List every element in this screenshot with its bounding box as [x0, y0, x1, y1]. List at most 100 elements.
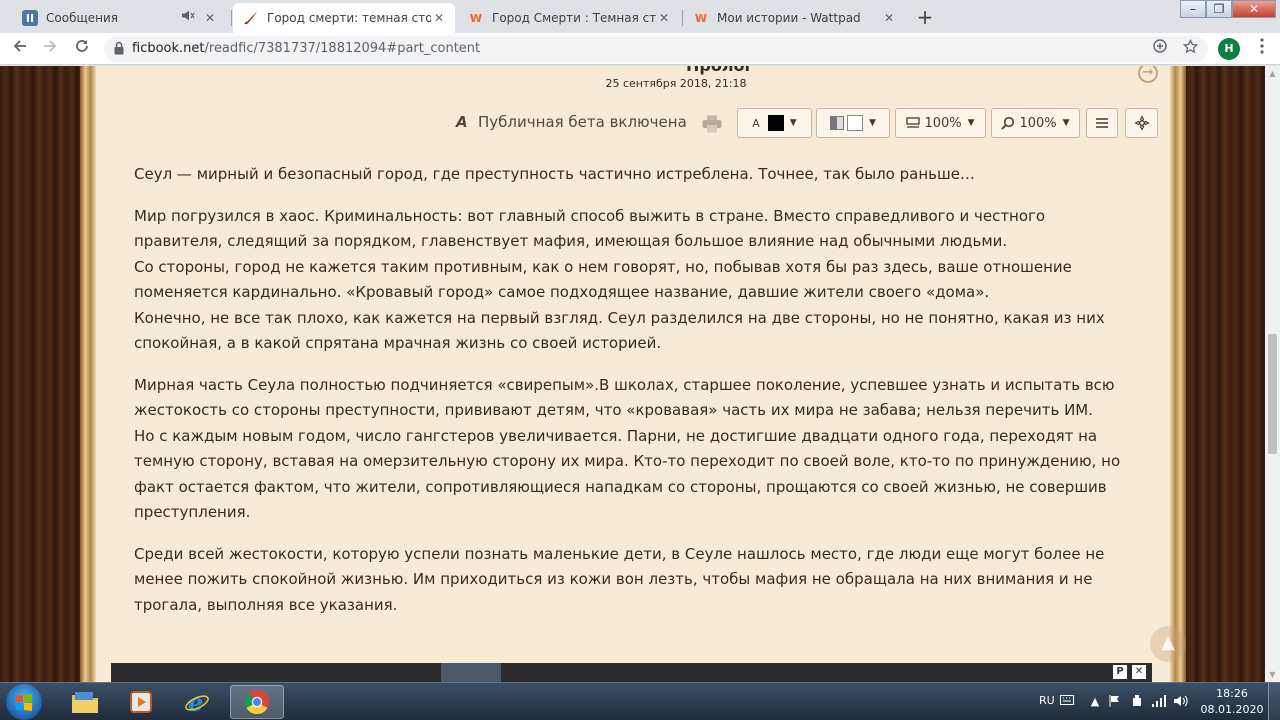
tab-wattpad-story[interactable]: W Город Смерти : Темная сторона ✕ [458, 3, 680, 33]
tab-close-icon[interactable]: ✕ [431, 10, 447, 26]
background-color-dropdown[interactable]: ▼ [816, 108, 890, 138]
zoom-dropdown[interactable]: 100% ▼ [991, 108, 1080, 138]
scroll-down-arrow[interactable]: ▼ [1265, 667, 1280, 682]
vertical-scrollbar[interactable]: ▲ ▼ [1265, 66, 1280, 682]
zoom-value: 100% [1019, 115, 1057, 131]
ad-banner[interactable]: P ✕ [111, 663, 1152, 682]
reading-settings-button[interactable] [1125, 108, 1158, 138]
public-beta-link[interactable]: A Публичная бета включена [456, 113, 687, 131]
font-color-dropdown[interactable]: A ▼ [737, 108, 812, 138]
next-chapter-icon[interactable]: → [1138, 66, 1158, 83]
printer-icon[interactable] [702, 115, 722, 133]
text-line: Сеул — мирный и безопасный город, где пр… [134, 165, 975, 183]
add-circle-icon[interactable] [1150, 39, 1170, 59]
wattpad-icon: W [694, 11, 708, 25]
network-icon[interactable] [1152, 695, 1166, 709]
width-icon [906, 117, 921, 128]
show-hidden-icons-icon[interactable]: ▲ [1088, 695, 1102, 709]
language-indicator[interactable]: RU [1039, 694, 1055, 707]
windows-taskbar: e RU ▲ 18:26 08.01.2020 [0, 682, 1280, 720]
taskbar-chrome[interactable] [230, 685, 284, 719]
frame-border-left [80, 66, 96, 682]
tab-title: Мои истории - Wattpad [717, 11, 861, 25]
show-desktop-button[interactable] [1268, 683, 1280, 720]
ad-info-button[interactable]: P [1113, 665, 1127, 679]
window-close-button[interactable]: ✕ [1232, 0, 1276, 18]
flower-settings-icon [1133, 115, 1150, 131]
vk-icon: II [22, 10, 38, 26]
tab-close-icon[interactable]: ✕ [202, 10, 218, 26]
text-line: Конечно, не все так плохо, как кажется н… [134, 308, 1105, 353]
tab-close-icon[interactable]: ✕ [656, 10, 672, 26]
background-contrast-icon [830, 116, 845, 130]
text-line: Но с каждым новым годом, число гангстеро… [134, 426, 1121, 522]
text-line: Со стороны, город не кажется таким проти… [134, 257, 1072, 302]
lines-icon [1096, 118, 1108, 128]
reading-paper: Пролог 25 сентября 2018, 21:18 → A Публич… [96, 66, 1186, 682]
scroll-up-arrow[interactable]: ▲ [1265, 66, 1280, 81]
reload-icon [76, 40, 88, 52]
tab-title: Город Смерти : Темная сторона [492, 11, 656, 25]
chevron-down-icon: ▼ [1062, 118, 1070, 128]
chevron-down-icon: ▼ [869, 118, 876, 128]
keyboard-icon[interactable] [1060, 695, 1074, 709]
background-color-swatch [847, 115, 864, 131]
volume-icon[interactable] [1174, 695, 1188, 709]
reload-button[interactable] [70, 37, 94, 61]
wood-background-right [1186, 66, 1265, 682]
tab-ficbook[interactable]: Город смерти: темная сторона ✕ [233, 3, 455, 33]
font-color-swatch [767, 115, 784, 131]
scroll-to-top-icon[interactable]: ▲ [1150, 626, 1186, 662]
text-width-value: 100% [924, 115, 962, 131]
frame-border-right [1170, 66, 1186, 682]
taskbar-media-player[interactable] [114, 685, 168, 719]
chrome-icon [244, 690, 269, 715]
tab-wattpad-my-stories[interactable]: W Мои истории - Wattpad ✕ [683, 3, 905, 33]
speaker-muted-icon[interactable] [180, 10, 196, 26]
folder-icon [72, 692, 98, 713]
ad-close-button[interactable]: ✕ [1132, 665, 1146, 679]
chevron-down-icon: ▼ [967, 118, 975, 128]
page-viewport: Пролог 25 сентября 2018, 21:18 → A Публич… [0, 66, 1265, 682]
tab-close-icon[interactable]: ✕ [881, 10, 897, 26]
tab-strip: II Сообщения ✕ Город смерти: темная стор… [0, 0, 1280, 33]
url-host: ficbook.net [132, 41, 205, 56]
beta-pen-icon: A [456, 113, 468, 131]
tab-messages[interactable]: II Сообщения ✕ [12, 3, 226, 33]
forward-button[interactable] [38, 37, 62, 61]
bookmark-star-icon[interactable] [1180, 38, 1200, 59]
chapter-title: Пролог [686, 66, 753, 75]
beta-label: Публичная бета включена [478, 113, 687, 131]
new-tab-button[interactable]: + [912, 5, 938, 31]
back-button[interactable] [8, 37, 32, 61]
ie-icon: e [185, 688, 209, 716]
url-path: /readfic/7381737/18812094#part_content [204, 41, 481, 56]
address-bar[interactable]: ficbook.net/readfic/7381737/18812094#par… [104, 36, 1208, 62]
ad-image [441, 663, 501, 682]
start-button[interactable] [6, 684, 42, 720]
text-line: Мир погрузился в хаос. Криминальность: в… [134, 206, 1046, 251]
kebab-menu-icon[interactable] [1254, 38, 1270, 60]
browser-toolbar: ficbook.net/readfic/7381737/18812094#par… [0, 33, 1280, 65]
taskbar-internet-explorer[interactable]: e [170, 685, 224, 719]
usb-device-icon[interactable] [1130, 695, 1144, 709]
url-text[interactable]: ficbook.net/readfic/7381737/18812094#par… [132, 41, 480, 56]
media-player-icon [130, 691, 152, 713]
ficbook-icon [243, 10, 259, 26]
magnifier-icon [1001, 116, 1015, 130]
arrow-right-icon [44, 40, 57, 52]
line-spacing-button[interactable] [1086, 108, 1118, 138]
font-color-label: A [752, 116, 760, 130]
scrollbar-thumb[interactable] [1268, 334, 1277, 454]
tab-title: Город смерти: темная сторона [267, 11, 431, 25]
clock-date[interactable]: 08.01.2020 [1200, 703, 1264, 716]
clock-time[interactable]: 18:26 [1208, 687, 1256, 700]
chevron-down-icon: ▼ [789, 118, 797, 128]
taskbar-explorer[interactable] [58, 685, 112, 719]
text-line: Мирная часть Сеула полностью подчиняется… [134, 375, 1115, 420]
restore-button[interactable]: ❐ [1206, 0, 1232, 18]
action-center-flag-icon[interactable] [1108, 695, 1122, 709]
text-width-dropdown[interactable]: 100% ▼ [895, 108, 986, 138]
minimize-button[interactable]: – [1180, 0, 1206, 18]
profile-avatar[interactable]: Н [1218, 38, 1240, 60]
